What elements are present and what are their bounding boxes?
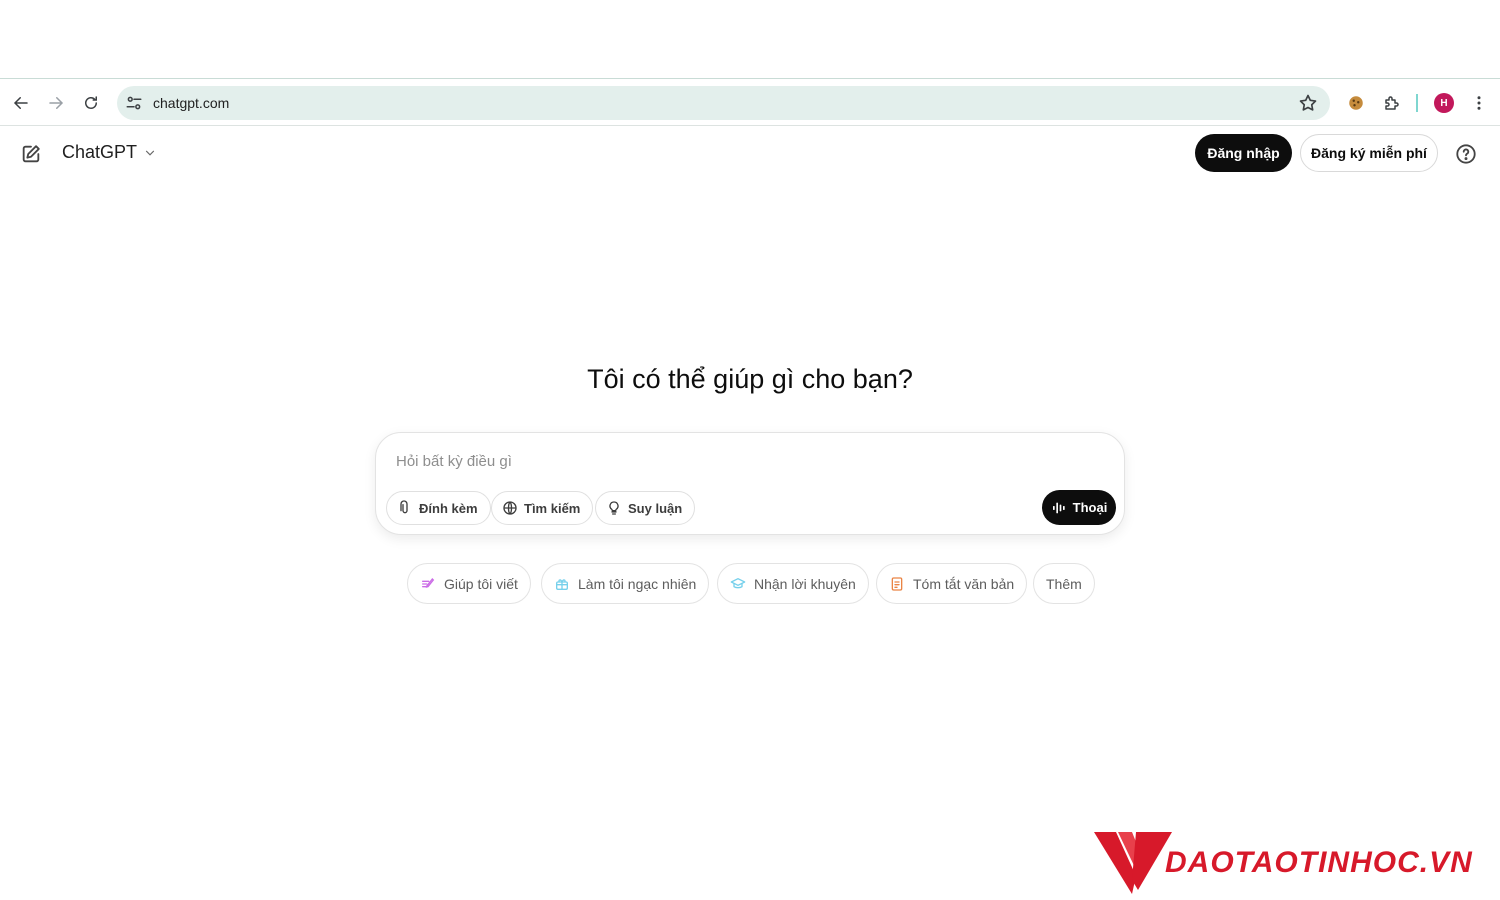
toolbar-separator: [1416, 94, 1418, 112]
model-selector[interactable]: ChatGPT: [62, 142, 157, 163]
suggestion-advice[interactable]: Nhận lời khuyên: [717, 563, 869, 604]
signup-button[interactable]: Đăng ký miễn phí: [1300, 134, 1438, 172]
document-icon: [891, 576, 903, 591]
reason-button[interactable]: Suy luận: [595, 491, 696, 525]
menu-dots-icon[interactable]: [1468, 92, 1490, 114]
forward-icon: [49, 97, 64, 109]
extensions-puzzle-icon[interactable]: [1381, 92, 1403, 114]
graduation-cap-icon: [730, 577, 746, 588]
suggestion-label: Giúp tôi viết: [444, 575, 518, 592]
voice-label: Thoại: [1072, 500, 1108, 515]
address-bar[interactable]: chatgpt.com: [117, 86, 1330, 120]
voice-waveform-icon: [1052, 502, 1065, 513]
browser-tab-strip: [0, 0, 1500, 78]
suggestion-summarize[interactable]: Tóm tắt văn bản: [876, 563, 1028, 604]
app-header: ChatGPT Đăng nhập Đăng ký miễn phí: [0, 127, 1500, 181]
site-info-icon[interactable]: [125, 94, 143, 112]
search-label: Tìm kiếm: [524, 500, 581, 516]
login-button[interactable]: Đăng nhập: [1195, 134, 1292, 172]
search-button[interactable]: Tìm kiếm: [491, 491, 594, 525]
chevron-down-icon: [145, 150, 155, 156]
prompt-composer: Đính kèm Tìm kiếm Suy luận Thoại: [375, 432, 1125, 535]
suggestion-surprise[interactable]: Làm tôi ngạc nhiên: [541, 563, 710, 604]
gift-icon: [556, 578, 568, 590]
lightbulb-icon: [609, 501, 619, 515]
suggestion-more[interactable]: Thêm: [1033, 563, 1095, 604]
watermark-text: DAOTAOTINHOC.VN: [1165, 846, 1473, 879]
forward-button[interactable]: [44, 91, 68, 115]
watermark-v-icon: [1094, 832, 1172, 894]
bookmark-star-icon[interactable]: [1298, 93, 1318, 113]
new-chat-icon[interactable]: [20, 143, 42, 165]
pen-icon: [422, 577, 435, 588]
voice-button[interactable]: Thoại: [1042, 490, 1116, 525]
back-icon: [13, 97, 28, 109]
watermark-logo: DAOTAOTINHOC.VN: [1092, 828, 1497, 896]
back-button[interactable]: [9, 91, 33, 115]
attach-button[interactable]: Đính kèm: [386, 491, 491, 525]
attach-label: Đính kèm: [419, 500, 478, 516]
globe-icon: [503, 501, 517, 515]
model-name: ChatGPT: [62, 142, 138, 162]
prompt-input[interactable]: [396, 453, 1096, 470]
suggestion-label: Tóm tắt văn bản: [913, 575, 1015, 592]
reload-button[interactable]: [79, 91, 103, 115]
paperclip-icon: [400, 500, 408, 514]
suggestion-label: Thêm: [1046, 575, 1082, 592]
suggestion-label: Nhận lời khuyên: [754, 575, 856, 592]
help-icon[interactable]: [1455, 143, 1477, 165]
browser-toolbar: chatgpt.com H: [0, 78, 1500, 126]
url-text[interactable]: chatgpt.com: [153, 95, 229, 111]
page-title: Tôi có thể giúp gì cho bạn?: [587, 364, 913, 394]
reason-label: Suy luận: [628, 500, 683, 516]
suggestion-label: Làm tôi ngạc nhiên: [578, 575, 697, 592]
profile-avatar[interactable]: H: [1434, 93, 1454, 113]
reload-icon: [85, 96, 97, 109]
cookie-extension-icon[interactable]: [1345, 92, 1367, 114]
suggestion-help-write[interactable]: Giúp tôi viết: [407, 563, 531, 604]
